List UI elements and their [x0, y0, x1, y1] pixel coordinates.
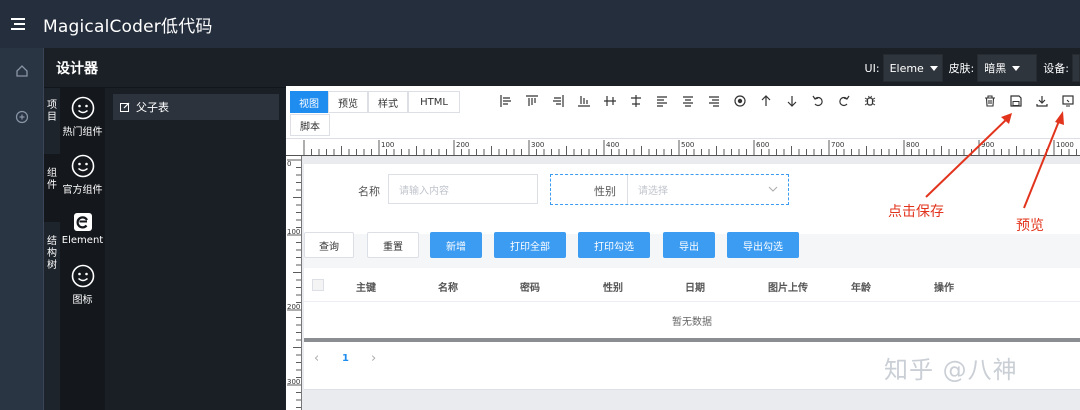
- save-annotation-arrow: [925, 113, 1012, 198]
- preview-annotation-arrow: [1023, 111, 1064, 209]
- save-annotation: 点击保存: [888, 204, 944, 220]
- preview-annotation: 预览: [1016, 218, 1044, 234]
- watermark: 知乎 @八神: [884, 356, 1018, 384]
